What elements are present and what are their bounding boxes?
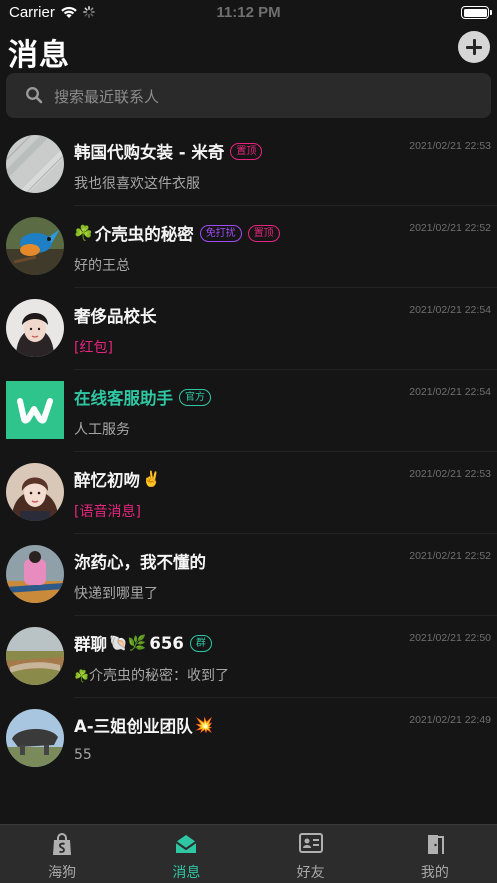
conversation-row[interactable]: 奢侈品校长 [红包] 2021/02/21 22:54 [0, 288, 497, 370]
tab-messages[interactable]: 消息 [124, 825, 248, 883]
last-message: 55 [74, 747, 92, 763]
tab-friends[interactable]: 好友 [249, 825, 373, 883]
tab-label: 好友 [296, 865, 325, 881]
search-placeholder: 搜索最近联系人 [54, 88, 160, 106]
tab-label: 消息 [172, 865, 201, 881]
avatar [6, 381, 64, 439]
last-message: 好的王总 [74, 258, 130, 274]
pinned-badge: 置顶 [230, 142, 263, 160]
search-icon [26, 87, 43, 104]
message-time: 2021/02/21 22:53 [409, 140, 491, 152]
tab-haigou[interactable]: 海狗 [0, 825, 124, 883]
conversation-title: 韩国代购女装 - 米奇 置顶 [74, 140, 263, 162]
last-message: ☘️介壳虫的秘密：收到了 [74, 665, 229, 685]
status-time: 11:12 PM [216, 4, 281, 21]
conversation-name: 介壳虫的秘密 [94, 225, 194, 244]
clover-emoji: ☘️ [74, 669, 89, 683]
last-message: [语音消息] [74, 504, 141, 520]
group-number: 656 [149, 633, 184, 653]
conversation-title: A-三姐创业团队 💥 [74, 714, 213, 736]
avatar [6, 545, 64, 603]
last-message: 我也很喜欢这件衣服 [74, 176, 200, 192]
conversation-row[interactable]: 醉忆初吻 ✌️ [语音消息] 2021/02/21 22:53 [0, 452, 497, 534]
conversation-title: 沵药心，我不懂的 [74, 550, 206, 572]
conversation-row[interactable]: ☘️ 介壳虫的秘密 免打扰 置顶 好的王总 2021/02/21 22:52 [0, 206, 497, 288]
plus-circle-icon[interactable] [458, 31, 490, 63]
group-badge: 群 [189, 634, 212, 652]
last-message: 快递到哪里了 [74, 586, 158, 602]
conversation-row[interactable]: 在线客服助手 官方 人工服务 2021/02/21 22:54 [0, 370, 497, 452]
battery-icon [461, 6, 492, 19]
avatar [6, 709, 64, 767]
message-time: 2021/02/21 22:49 [409, 714, 491, 726]
collision-emoji: 💥 [194, 716, 214, 734]
conversation-title: 群聊 🐚🌿 656 群 [74, 632, 212, 654]
avatar [6, 217, 64, 275]
conversation-title: ☘️ 介壳虫的秘密 免打扰 置顶 [74, 222, 280, 244]
shell-herb-emojis: 🐚🌿 [109, 634, 147, 652]
mute-badge: 免打扰 [199, 224, 242, 242]
conversation-title: 醉忆初吻 ✌️ [74, 468, 161, 490]
victory-hand-emoji: ✌️ [142, 470, 161, 488]
page-title: 消息 [8, 38, 70, 73]
conversation-name: 醉忆初吻 [74, 471, 140, 490]
conversation-name: 韩国代购女装 - 米奇 [74, 143, 225, 162]
last-message-text: 介壳虫的秘密：收到了 [88, 668, 229, 684]
avatar [6, 463, 64, 521]
message-time: 2021/02/21 22:50 [409, 632, 491, 644]
conversation-list: 韩国代购女装 - 米奇 置顶 我也很喜欢这件衣服 2021/02/21 22:5… [0, 124, 497, 780]
tab-label: 海狗 [48, 865, 77, 881]
tab-label: 我的 [420, 865, 449, 881]
avatar [6, 627, 64, 685]
tab-bar: 海狗 消息 好友 我的 [0, 824, 497, 883]
last-message: 人工服务 [74, 422, 130, 438]
shopping-bag-icon [53, 833, 72, 855]
pinned-badge: 置顶 [247, 224, 280, 242]
conversation-name: 在线客服助手 [74, 389, 173, 408]
avatar [6, 299, 64, 357]
clover-emoji: ☘️ [74, 224, 93, 242]
tab-mine[interactable]: 我的 [373, 825, 497, 883]
message-time: 2021/02/21 22:52 [409, 550, 491, 562]
message-time: 2021/02/21 22:54 [409, 304, 491, 316]
search-input[interactable]: 搜索最近联系人 [6, 73, 491, 118]
message-time: 2021/02/21 22:54 [409, 386, 491, 398]
avatar [6, 135, 64, 193]
status-bar: Carrier 11:12 PM [0, 0, 497, 26]
official-badge: 官方 [179, 388, 211, 406]
message-time: 2021/02/21 22:52 [409, 222, 491, 234]
conversation-name: 沵药心，我不懂的 [74, 553, 206, 572]
conversation-row[interactable]: 韩国代购女装 - 米奇 置顶 我也很喜欢这件衣服 2021/02/21 22:5… [0, 124, 497, 206]
conversation-row[interactable]: 群聊 🐚🌿 656 群 ☘️介壳虫的秘密：收到了 2021/02/21 22:5… [0, 616, 497, 698]
conversation-row[interactable]: A-三姐创业团队 💥 55 2021/02/21 22:49 [0, 698, 497, 780]
contact-card-icon [298, 833, 323, 853]
last-message: [红包] [74, 340, 113, 356]
conversation-title: 奢侈品校长 [74, 304, 157, 326]
conversation-name: A-三姐创业团队 [74, 717, 193, 736]
conversation-name: 奢侈品校长 [74, 307, 157, 326]
conversation-name: 群聊 [74, 635, 107, 654]
message-envelope-icon [175, 835, 197, 853]
conversation-row[interactable]: 沵药心，我不懂的 快递到哪里了 2021/02/21 22:52 [0, 534, 497, 616]
conversation-title: 在线客服助手 官方 [74, 386, 211, 408]
door-icon [427, 835, 444, 854]
message-time: 2021/02/21 22:53 [409, 468, 491, 480]
